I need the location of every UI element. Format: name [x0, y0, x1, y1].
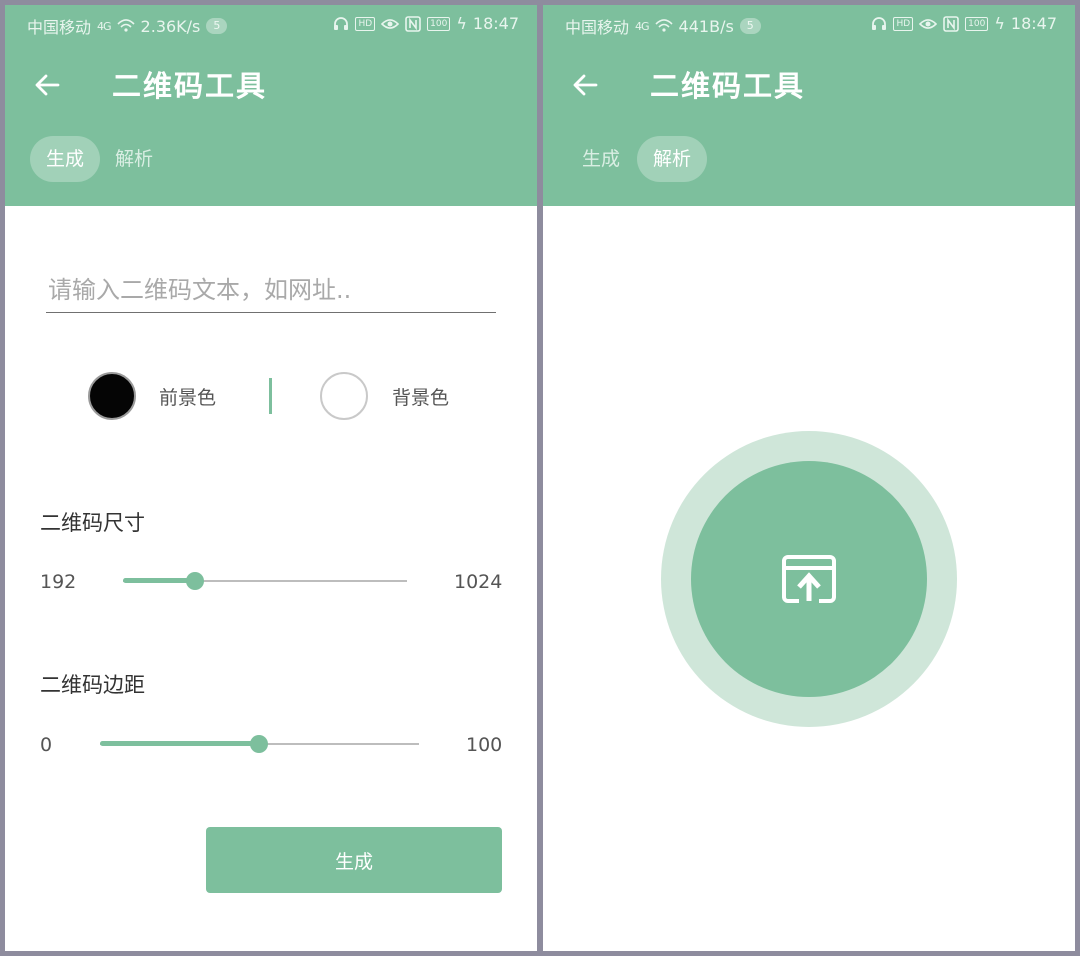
network-speed: 441B/s	[678, 16, 734, 36]
generate-screen: 中国移动 4G 2.36K/s 5 HD 100 ϟ 18:47 二维码工具 生…	[5, 5, 537, 951]
size-min-label: 192	[40, 571, 77, 593]
background-color-label[interactable]: 背景色	[392, 383, 449, 410]
foreground-color-swatch[interactable]	[88, 372, 136, 420]
color-divider	[269, 378, 272, 414]
signal-icon: 4G	[635, 19, 649, 33]
hd-icon: HD	[355, 16, 376, 31]
headset-icon	[334, 16, 349, 30]
app-bar: 中国移动 4G 441B/s 5 HD 100 ϟ 18:47 二维码工具 生成…	[543, 5, 1075, 206]
notification-count-badge: 5	[739, 18, 761, 34]
carrier-label: 中国移动	[565, 18, 630, 37]
clock: 18:47	[1010, 14, 1057, 33]
charging-icon: ϟ	[456, 14, 467, 33]
parse-screen: 中国移动 4G 441B/s 5 HD 100 ϟ 18:47 二维码工具 生成…	[543, 5, 1075, 951]
page-title: 二维码工具	[112, 69, 268, 103]
status-right: HD 100 ϟ 18:47	[871, 14, 1057, 33]
size-max-label: 1024	[454, 571, 503, 593]
back-arrow-icon	[35, 74, 60, 96]
back-button[interactable]	[27, 65, 67, 105]
tab-parse[interactable]: 解析	[637, 136, 708, 182]
tab-generate[interactable]: 生成	[30, 136, 101, 182]
signal-icon: 4G	[97, 19, 111, 33]
carrier-label: 中国移动	[27, 18, 92, 37]
nfc-icon	[405, 15, 421, 32]
app-bar: 中国移动 4G 2.36K/s 5 HD 100 ϟ 18:47 二维码工具 生…	[5, 5, 537, 206]
generate-button[interactable]: 生成	[206, 827, 502, 893]
notification-count-badge: 5	[206, 18, 228, 34]
status-bar: 中国移动 4G 441B/s 5 HD 100 ϟ 18:47	[543, 5, 1075, 43]
foreground-color-label[interactable]: 前景色	[159, 383, 216, 410]
headset-icon	[872, 16, 887, 30]
upload-image-icon	[782, 555, 836, 603]
margin-slider-fill	[100, 741, 260, 746]
margin-label: 二维码边距	[40, 673, 145, 697]
margin-slider-thumb[interactable]	[250, 735, 268, 753]
back-arrow-icon	[573, 74, 598, 96]
wifi-icon	[116, 19, 135, 32]
wifi-icon	[654, 19, 673, 32]
qr-text-input[interactable]	[46, 267, 496, 313]
margin-max-label: 100	[466, 734, 503, 756]
network-speed: 2.36K/s	[140, 16, 201, 36]
eye-icon	[381, 18, 400, 29]
upload-image-button[interactable]	[691, 461, 927, 697]
tab-parse[interactable]: 解析	[99, 136, 169, 182]
charging-icon: ϟ	[994, 14, 1005, 33]
margin-min-label: 0	[40, 734, 53, 756]
battery-icon: 100	[427, 16, 451, 31]
background-color-swatch[interactable]	[320, 372, 368, 420]
status-left: 中国移动 4G 441B/s 5	[565, 14, 761, 38]
eye-icon	[919, 18, 938, 29]
status-right: HD 100 ϟ 18:47	[333, 14, 519, 33]
back-button[interactable]	[565, 65, 605, 105]
status-bar: 中国移动 4G 2.36K/s 5 HD 100 ϟ 18:47	[5, 5, 537, 43]
hd-icon: HD	[893, 16, 914, 31]
status-left: 中国移动 4G 2.36K/s 5	[27, 14, 228, 38]
nfc-icon	[943, 15, 959, 32]
size-slider-fill	[123, 578, 195, 583]
clock: 18:47	[472, 14, 519, 33]
battery-icon: 100	[965, 16, 989, 31]
page-title: 二维码工具	[650, 69, 806, 103]
size-label: 二维码尺寸	[40, 511, 145, 535]
tab-generate[interactable]: 生成	[566, 136, 636, 182]
size-slider-thumb[interactable]	[186, 572, 204, 590]
